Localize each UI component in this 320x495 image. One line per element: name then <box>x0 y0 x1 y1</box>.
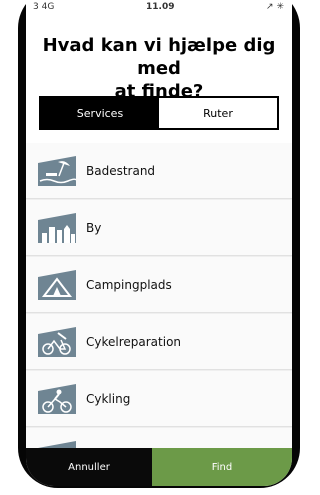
list-item-cykling[interactable]: Cykling <box>26 371 292 427</box>
cancel-button[interactable]: Annuller <box>26 448 152 486</box>
tab-ruter[interactable]: Ruter <box>159 98 277 128</box>
carrier-signal: 3 4G <box>33 2 55 12</box>
city-icon <box>38 213 76 243</box>
page-title-line-1: Hvad kan vi hjælpe dig med <box>42 35 276 79</box>
clock: 11.09 <box>146 2 175 12</box>
list-item-by[interactable]: By <box>26 200 292 256</box>
cycling-icon <box>38 384 76 414</box>
list-item-campingplads[interactable]: Campingplads <box>26 257 292 313</box>
list-item-label: Cykling <box>86 392 131 406</box>
list-item-label: Badestrand <box>86 164 156 178</box>
list-item-label: Campingplads <box>86 278 172 292</box>
list-item-label: Cykelreparation <box>86 335 182 349</box>
partial-list-icon <box>38 441 76 448</box>
list-item-cykelreparation[interactable]: Cykelreparation <box>26 314 292 370</box>
beach-icon <box>38 156 76 186</box>
tab-bar: Services Ruter <box>39 96 279 130</box>
list-item-label: By <box>86 221 102 235</box>
action-bar: Annuller Find <box>26 448 292 486</box>
app-screen: 3 4G 11.09 ↗ ✳ Hvad kan vi hjælpe dig me… <box>26 0 292 486</box>
bike-repair-icon <box>38 327 76 357</box>
list-item-badestrand[interactable]: Badestrand <box>26 143 292 199</box>
service-list: Badestrand By Campingplads Cykelreparati… <box>26 143 292 448</box>
page-title: Hvad kan vi hjælpe dig med at finde? <box>32 34 286 103</box>
status-indicators: ↗ ✳ <box>266 2 284 12</box>
list-item-partial[interactable] <box>26 428 292 448</box>
tent-icon <box>38 270 76 300</box>
status-bar: 3 4G 11.09 ↗ ✳ <box>26 0 292 16</box>
tab-services[interactable]: Services <box>41 98 159 128</box>
find-button[interactable]: Find <box>152 448 292 486</box>
